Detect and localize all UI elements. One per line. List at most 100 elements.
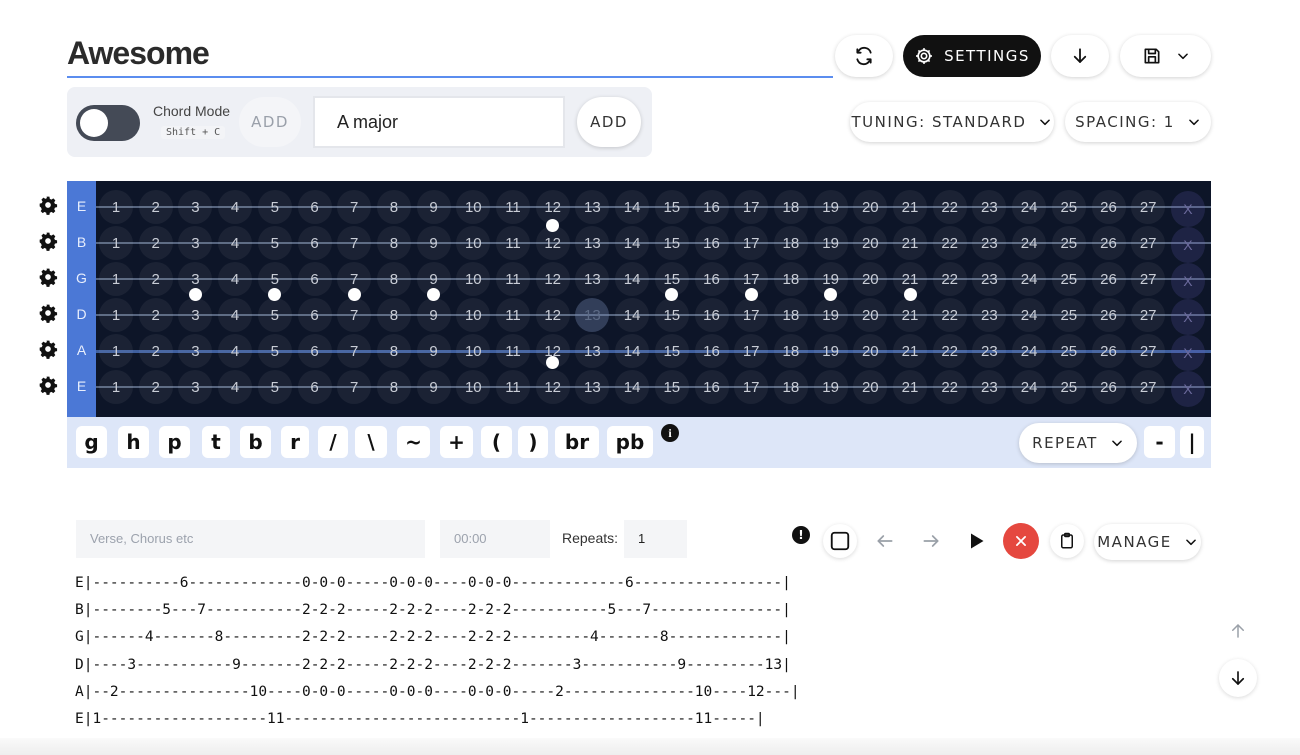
fret-cell[interactable]: 27: [1131, 334, 1166, 368]
fret-cell[interactable]: 7: [337, 370, 372, 404]
technique-button[interactable]: g: [76, 426, 107, 458]
fret-cell[interactable]: 23: [972, 190, 1007, 224]
fret-cell[interactable]: 16: [694, 190, 729, 224]
save-menu-button[interactable]: [1120, 35, 1211, 77]
fret-cell[interactable]: 5: [257, 334, 292, 368]
fret-cell[interactable]: 24: [1012, 334, 1047, 368]
fret-cell[interactable]: 2: [138, 298, 173, 332]
bar-line-button[interactable]: |: [1180, 426, 1204, 458]
fret-cell[interactable]: 8: [376, 262, 411, 296]
tab-line[interactable]: D|----3-----------9-------2-2-2-----2-2-…: [75, 652, 800, 679]
clear-string-button[interactable]: X: [1170, 191, 1205, 227]
fret-cell[interactable]: 22: [932, 262, 967, 296]
fret-cell[interactable]: 18: [773, 334, 808, 368]
fret-cell[interactable]: 15: [654, 334, 689, 368]
fret-cell[interactable]: 15: [654, 370, 689, 404]
tab-line[interactable]: A|--2---------------10----0-0-0-----0-0-…: [75, 679, 800, 706]
string-settings-gear-icon[interactable]: [38, 375, 58, 395]
fret-cell[interactable]: 4: [218, 298, 253, 332]
fret-cell[interactable]: 26: [1091, 226, 1126, 260]
tab-line[interactable]: E|----------6-------------0-0-0-----0-0-…: [75, 570, 800, 597]
fret-cell[interactable]: 14: [615, 334, 650, 368]
fret-cell[interactable]: 16: [694, 298, 729, 332]
fret-cell[interactable]: 17: [734, 370, 769, 404]
fret-cell[interactable]: 23: [972, 226, 1007, 260]
fret-cell[interactable]: 22: [932, 334, 967, 368]
fret-cell[interactable]: 14: [615, 226, 650, 260]
select-all-button[interactable]: [823, 524, 857, 558]
fret-cell[interactable]: 8: [376, 298, 411, 332]
fret-cell[interactable]: 24: [1012, 298, 1047, 332]
technique-button[interactable]: \: [355, 426, 387, 458]
fret-cell[interactable]: 5: [257, 190, 292, 224]
fret-cell[interactable]: 26: [1091, 262, 1126, 296]
fret-cell[interactable]: 26: [1091, 370, 1126, 404]
fret-cell[interactable]: 11: [496, 334, 530, 368]
clipboard-button[interactable]: [1050, 524, 1084, 558]
fret-cell[interactable]: 27: [1131, 190, 1166, 224]
refresh-button[interactable]: [835, 35, 893, 77]
fret-cell[interactable]: 10: [456, 226, 491, 260]
fret-cell[interactable]: 2: [138, 262, 173, 296]
fret-cell[interactable]: 4: [218, 262, 253, 296]
alert-icon[interactable]: !: [792, 526, 810, 544]
fret-cell[interactable]: 6: [297, 262, 332, 296]
fret-cell[interactable]: 4: [218, 370, 253, 404]
manage-dropdown[interactable]: MANAGE: [1094, 524, 1201, 560]
fret-cell[interactable]: 20: [853, 370, 888, 404]
fret-cell[interactable]: 11: [496, 226, 530, 260]
tab-notation[interactable]: E|----------6-------------0-0-0-----0-0-…: [75, 570, 800, 733]
fret-cell[interactable]: 17: [734, 190, 769, 224]
fret-cell[interactable]: 4: [218, 334, 253, 368]
fret-cell[interactable]: 10: [456, 370, 491, 404]
play-button[interactable]: [961, 526, 991, 556]
fret-cell[interactable]: 25: [1051, 190, 1086, 224]
fret-cell[interactable]: 19: [813, 226, 848, 260]
fret-cell[interactable]: 13: [575, 298, 610, 332]
fret-cell[interactable]: 23: [972, 298, 1007, 332]
fret-cell[interactable]: 12: [535, 262, 570, 296]
fret-cell[interactable]: 11: [496, 298, 530, 332]
fret-cell[interactable]: 16: [694, 370, 729, 404]
fret-cell[interactable]: 7: [337, 190, 372, 224]
dash-button[interactable]: -: [1144, 426, 1175, 458]
fret-cell[interactable]: 2: [138, 370, 173, 404]
fret-cell[interactable]: 3: [178, 334, 213, 368]
move-right-button[interactable]: [916, 526, 946, 556]
fret-cell[interactable]: 18: [773, 370, 808, 404]
fret-cell[interactable]: 9: [416, 226, 451, 260]
section-time-input[interactable]: 00:00: [440, 520, 550, 558]
fret-cell[interactable]: 13: [575, 370, 610, 404]
fret-cell[interactable]: 20: [853, 262, 888, 296]
fret-cell[interactable]: 18: [773, 298, 808, 332]
scroll-down-button[interactable]: [1219, 659, 1257, 697]
fret-cell[interactable]: 13: [575, 262, 610, 296]
fret-cell[interactable]: 8: [376, 334, 411, 368]
spacing-dropdown[interactable]: SPACING: 1: [1065, 102, 1211, 142]
fret-cell[interactable]: 9: [416, 334, 451, 368]
fret-cell[interactable]: 20: [853, 190, 888, 224]
fret-cell[interactable]: 15: [654, 226, 689, 260]
clear-string-button[interactable]: X: [1170, 371, 1205, 407]
fret-cell[interactable]: 20: [853, 298, 888, 332]
tab-line[interactable]: B|--------5---7-----------2-2-2-----2-2-…: [75, 597, 800, 624]
technique-button[interactable]: p: [159, 426, 190, 458]
fret-cell[interactable]: 19: [813, 298, 848, 332]
fret-cell[interactable]: 24: [1012, 190, 1047, 224]
section-name-input[interactable]: Verse, Chorus etc: [76, 520, 425, 558]
clear-string-button[interactable]: X: [1170, 263, 1205, 299]
fret-cell[interactable]: 3: [178, 370, 213, 404]
fret-cell[interactable]: 1: [99, 334, 133, 368]
clear-string-button[interactable]: X: [1170, 227, 1205, 263]
technique-button[interactable]: ): [518, 426, 548, 458]
fret-cell[interactable]: 10: [456, 298, 491, 332]
fret-cell[interactable]: 7: [337, 334, 372, 368]
fret-cell[interactable]: 17: [734, 298, 769, 332]
fret-cell[interactable]: 6: [297, 226, 332, 260]
fret-cell[interactable]: 27: [1131, 298, 1166, 332]
fret-cell[interactable]: 16: [694, 262, 729, 296]
tuning-dropdown[interactable]: TUNING: STANDARD: [850, 102, 1054, 142]
add-chord-button[interactable]: ADD: [577, 97, 641, 147]
fret-cell[interactable]: 11: [496, 370, 530, 404]
fret-cell[interactable]: 22: [932, 370, 967, 404]
